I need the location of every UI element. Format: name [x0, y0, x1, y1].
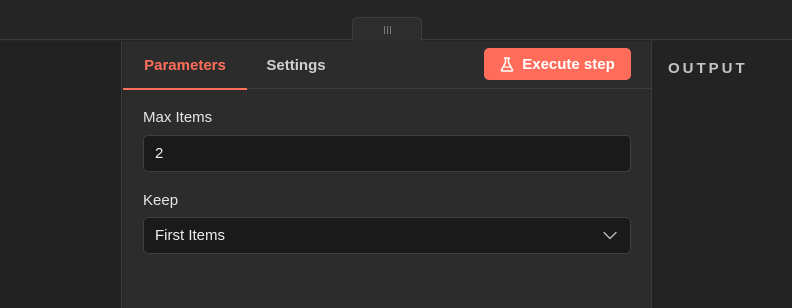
output-panel: OUTPUT [651, 41, 792, 308]
panel-drag-handle[interactable] [352, 17, 422, 41]
chevron-down-icon [603, 231, 617, 240]
parameters-panel: Parameters Settings Execute step Max Ite… [123, 41, 651, 308]
grip-icon [383, 25, 391, 34]
keep-label: Keep [143, 192, 179, 209]
tab-settings[interactable]: Settings [247, 41, 345, 89]
max-items-label: Max Items [143, 109, 213, 126]
max-items-input[interactable] [143, 135, 631, 172]
top-strip [0, 0, 792, 41]
keep-select-value: First Items [155, 227, 225, 244]
output-title: OUTPUT [668, 60, 748, 77]
tab-parameters[interactable]: Parameters [123, 41, 247, 90]
execute-step-label: Execute step [522, 55, 615, 73]
keep-select[interactable]: First Items [143, 217, 631, 254]
node-editor: Parameters Settings Execute step Max Ite… [0, 0, 792, 308]
execute-step-button[interactable]: Execute step [484, 48, 631, 80]
input-panel [0, 41, 122, 308]
tab-bar: Parameters Settings Execute step [123, 41, 651, 90]
flask-icon [500, 56, 514, 72]
